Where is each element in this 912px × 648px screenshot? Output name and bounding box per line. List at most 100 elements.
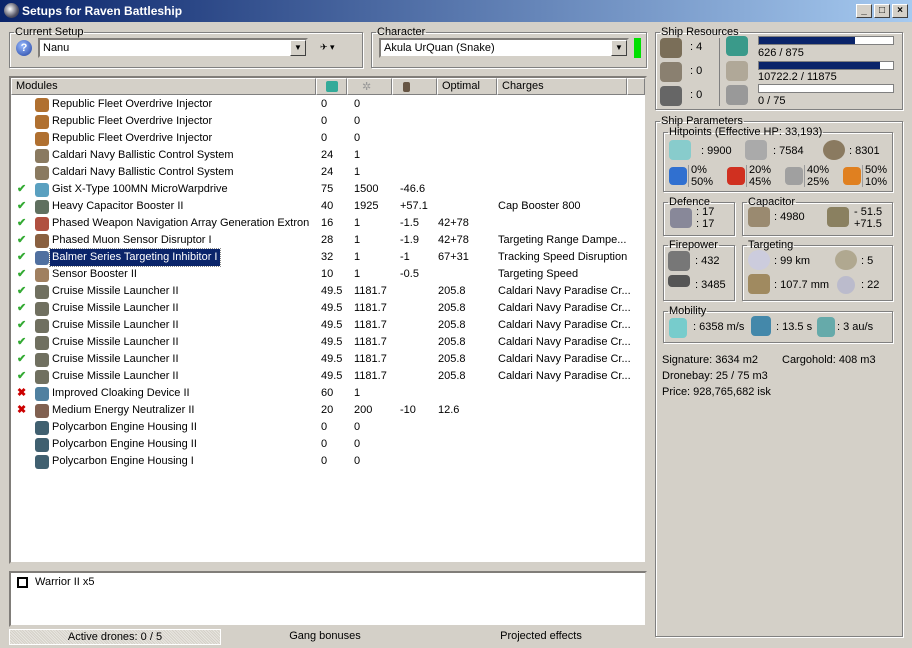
module-row[interactable]: ✔ Balmer Series Targeting Inhibitor I 32 1 -… [11,248,631,267]
status-online-icon[interactable]: ✔ [17,198,27,215]
setup-select[interactable]: Nanu ▼ [38,38,308,58]
module-cpu: 0 [321,98,328,110]
module-row[interactable]: Republic Fleet Overdrive Injector 0 0 [11,96,631,113]
shield-resist: 40% [807,164,830,176]
chevron-down-icon[interactable]: ▼ [611,40,627,56]
module-row[interactable]: ✔ Cruise Missile Launcher II 49.5 1181.7 205… [11,300,631,317]
module-row[interactable]: Caldari Navy Ballistic Control System 24 1 [11,164,631,181]
powergrid-value: 10722.2 / 11875 [758,71,837,83]
status-online-icon[interactable]: ✔ [17,351,27,368]
tab-gang-bonuses[interactable]: Gang bonuses [240,629,410,645]
module-capacitor: -1.5 [400,217,419,229]
defence-icon [670,208,692,228]
sensor-strength: : 22 [861,279,880,291]
resist-divider [862,165,863,187]
maximize-button[interactable]: □ [874,4,890,18]
align-time-icon [751,316,771,336]
module-row[interactable]: ✔ Phased Muon Sensor Disruptor I 28 1 -1.9 42… [11,232,631,249]
modules-list[interactable]: Modules ✲ Optimal Charges Republic Fleet… [9,76,647,564]
help-icon[interactable]: ? [16,40,32,56]
mobility-legend: Mobility [669,305,707,317]
module-row[interactable]: Polycarbon Engine Housing II 0 0 [11,436,631,453]
module-row[interactable]: ✔ Cruise Missile Launcher II 49.5 1181.7 205… [11,334,631,351]
module-row[interactable]: ✔ Heavy Capacitor Booster II 40 1925 +57.1 Ca… [11,198,631,215]
module-optimal: 205.8 [438,319,466,331]
setup-tools-icon[interactable]: ✈ ▾ [320,42,346,56]
drone-bandwidth-value: 0 / 75 [758,95,786,107]
resist-divider [746,165,747,187]
module-charges: Caldari Navy Paradise Cr... [498,302,631,314]
module-powergrid: 200 [354,404,373,416]
drone-bandwidth-bar [758,84,894,93]
close-button[interactable]: × [892,4,908,18]
module-row[interactable]: ✔ Cruise Missile Launcher II 49.5 1181.7 205… [11,351,631,368]
column-charges[interactable]: Charges [497,78,627,95]
current-setup-legend: Current Setup [15,26,84,38]
setup-value: Nanu [43,42,70,54]
module-name: Medium Energy Neutralizer II [52,404,195,416]
status-online-icon[interactable]: ✔ [17,232,27,249]
status-online-icon[interactable]: ✔ [17,283,27,300]
module-row[interactable]: ✖ Medium Energy Neutralizer II 20 200 -10 12.… [11,402,631,419]
status-offline-icon[interactable]: ✖ [17,385,27,402]
module-row[interactable]: ✔ Cruise Missile Launcher II 49.5 1181.7 205… [11,317,631,334]
column-cpu[interactable] [316,78,347,95]
module-name: Caldari Navy Ballistic Control System [52,149,234,161]
status-online-icon[interactable]: ✔ [17,317,27,334]
resources-divider [719,38,720,106]
module-name: Polycarbon Engine Housing II [52,421,197,433]
module-row[interactable]: ✔ Cruise Missile Launcher II 49.5 1181.7 205… [11,283,631,300]
tab-active-drones[interactable]: Active drones: 0 / 5 [9,629,221,645]
module-optimal: 67+31 [438,251,469,263]
module-row[interactable]: ✔ Cruise Missile Launcher II 49.5 1181.7 205… [11,368,631,385]
module-row[interactable]: Republic Fleet Overdrive Injector 0 0 [11,130,631,147]
module-row[interactable]: ✖ Improved Cloaking Device II 60 1 [11,385,631,402]
module-name: Cruise Missile Launcher II [52,302,179,314]
status-online-icon[interactable]: ✔ [17,300,27,317]
module-cpu: 40 [321,200,334,212]
module-name: Polycarbon Engine Housing I [52,455,194,467]
drone-checkbox[interactable] [17,577,28,588]
module-powergrid: 1 [354,387,361,399]
chevron-down-icon[interactable]: ▼ [290,40,306,56]
module-row[interactable]: Republic Fleet Overdrive Injector 0 0 [11,113,631,130]
warp-speed: : 3 au/s [837,321,874,333]
targeting-legend: Targeting [748,239,794,251]
module-powergrid: 1 [354,166,361,178]
column-filler [627,78,645,95]
capacitor-capacity: : 4980 [774,211,805,223]
column-powergrid[interactable]: ✲ [347,78,392,95]
column-modules[interactable]: Modules [11,78,316,95]
module-row[interactable]: ✔ Sensor Booster II 10 1 -0.5 Targeting Speed [11,266,631,283]
targeting-range-icon [748,250,770,270]
module-name: Balmer Series Targeting Inhibitor I [49,248,221,267]
module-row[interactable]: Polycarbon Engine Housing I 0 0 [11,453,631,470]
status-online-icon[interactable]: ✔ [17,249,27,266]
module-row[interactable]: ✔ Phased Weapon Navigation Array Generati… [11,215,631,232]
module-name: Phased Muon Sensor Disruptor I [52,234,212,246]
module-cpu: 24 [321,166,334,178]
status-online-icon[interactable]: ✔ [17,181,27,198]
status-online-icon[interactable]: ✔ [17,334,27,351]
dps-value: : 3485 [695,279,726,291]
drones-list[interactable]: Warrior II x5 [9,571,647,627]
status-online-icon[interactable]: ✔ [17,266,27,283]
column-optimal[interactable]: Optimal [437,78,497,95]
status-online-icon[interactable]: ✔ [17,368,27,385]
module-row[interactable]: Caldari Navy Ballistic Control System 24 1 [11,147,631,164]
character-select[interactable]: Akula UrQuan (Snake) ▼ [379,38,629,58]
minimize-button[interactable]: _ [856,4,872,18]
status-offline-icon[interactable]: ✖ [17,402,27,419]
module-row[interactable]: Polycarbon Engine Housing II 0 0 [11,419,631,436]
status-online-icon[interactable]: ✔ [17,215,27,232]
module-icon [35,302,49,316]
cargohold: Cargohold: 408 m3 [782,354,876,366]
shield-icon [669,140,691,160]
module-row[interactable]: ✔ Gist X-Type 100MN MicroWarpdrive 75 1500 -… [11,181,631,198]
tab-projected-effects[interactable]: Projected effects [456,629,626,645]
module-optimal: 205.8 [438,302,466,314]
drone-label: Warrior II x5 [35,576,95,588]
module-icon [35,200,49,214]
column-capacitor[interactable] [392,78,437,95]
module-name: Improved Cloaking Device II [52,387,190,399]
